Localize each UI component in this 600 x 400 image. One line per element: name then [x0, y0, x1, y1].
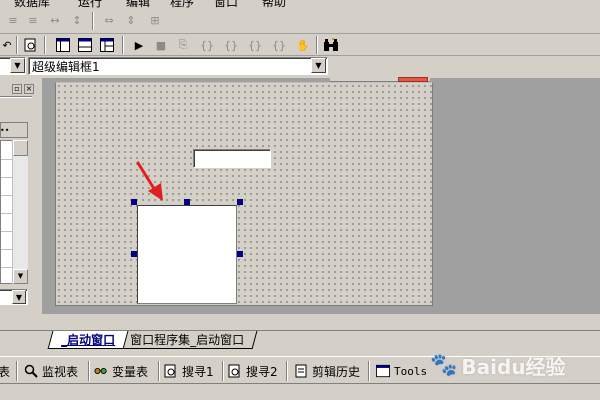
- window-icon: [376, 364, 390, 378]
- status-area: [0, 384, 600, 400]
- tab-startup-window[interactable]: _启动窗口: [47, 331, 129, 349]
- clipboard-history-tab-label: 剪辑历史: [312, 364, 361, 379]
- scrollbar-thumb[interactable]: [13, 140, 28, 156]
- space-vertical-icon[interactable]: ↕: [68, 11, 86, 29]
- clipboard-history-tab[interactable]: 剪辑历史: [294, 361, 360, 381]
- menu-program[interactable]: 程序: [170, 0, 194, 8]
- component-selector[interactable]: 超级编辑框1: [28, 57, 328, 75]
- ellipsis-icon[interactable]: ••: [0, 126, 10, 135]
- layout2-icon[interactable]: [76, 36, 94, 54]
- run-icon[interactable]: ▶: [130, 36, 148, 54]
- clipboard-icon: [294, 364, 308, 378]
- watch-tab-label: 监视表: [42, 364, 79, 379]
- watermark-text: Baidu经验: [461, 354, 566, 379]
- menu-window[interactable]: 窗口: [214, 0, 238, 8]
- run-to-cursor-icon[interactable]: {}: [246, 36, 264, 54]
- separator: [222, 361, 224, 381]
- menu-help[interactable]: 帮助: [262, 0, 286, 8]
- chevron-down-icon[interactable]: ▼: [12, 290, 26, 304]
- component-selector-value: 超级编辑框1: [32, 59, 100, 74]
- tools-tab[interactable]: Tools: [376, 361, 427, 381]
- table-tab[interactable]: 表: [0, 361, 10, 381]
- run-to-icon[interactable]: {}: [270, 36, 288, 54]
- search1-tab[interactable]: 搜寻1: [164, 361, 214, 381]
- search2-tab[interactable]: 搜寻2: [228, 361, 278, 381]
- menu-bar: 数据库 运行 编辑 程序 窗口 帮助: [0, 0, 600, 8]
- layout1-icon[interactable]: [54, 36, 72, 54]
- same-size-icon[interactable]: ⊞: [146, 11, 164, 29]
- separator: [158, 361, 160, 381]
- hand-icon[interactable]: ✋: [294, 36, 312, 54]
- resize-handle[interactable]: [237, 251, 243, 257]
- step-icon[interactable]: ⎘: [174, 36, 192, 54]
- tab-label: _启动窗口: [61, 333, 116, 347]
- watch-tab[interactable]: 监视表: [24, 361, 78, 381]
- baidu-watermark: 🐾 Baidu经验: [430, 345, 595, 385]
- align-middle-icon[interactable]: ≡: [24, 11, 42, 29]
- same-width-icon[interactable]: ⇔: [100, 11, 118, 29]
- find-icon[interactable]: [22, 36, 40, 54]
- separator: [368, 361, 370, 381]
- property-panel-titlebar: ▫ ×: [0, 82, 36, 96]
- variables-tab-label: 变量表: [112, 364, 149, 379]
- tools-tab-label: Tools: [394, 364, 428, 378]
- resize-handle[interactable]: [184, 199, 190, 205]
- menu-run[interactable]: 运行: [78, 0, 102, 8]
- panel-divider: [0, 96, 32, 98]
- main-toolbar: ↶ ▶ ■ ⎘ {} {} {} {} ✋: [0, 34, 600, 56]
- space-horizontal-icon[interactable]: ↔: [46, 11, 64, 29]
- same-height-icon[interactable]: ⇕: [122, 11, 140, 29]
- variables-tab[interactable]: 变量表: [94, 361, 148, 381]
- panel-footer-label: [0, 331, 10, 345]
- resize-handle[interactable]: [131, 251, 137, 257]
- tab-label: 窗口程序集_启动窗口: [130, 333, 245, 347]
- stop-icon[interactable]: ■: [152, 36, 170, 54]
- alignment-toolbar: ≡ ≡ ↔ ↕ ⇔ ⇕ ⊞: [0, 8, 600, 34]
- menu-edit[interactable]: 编辑: [126, 0, 150, 8]
- property-scrollbar[interactable]: ▼: [12, 140, 28, 284]
- toolbar-separator: [16, 36, 18, 54]
- paw-icon: 🐾: [430, 352, 458, 378]
- restore-icon[interactable]: ▫: [12, 84, 22, 94]
- text-edit-box[interactable]: [193, 149, 271, 168]
- toolbar-separator: [316, 36, 318, 54]
- search1-tab-label: 搜寻1: [182, 364, 214, 379]
- search2-tab-label: 搜寻2: [246, 364, 278, 379]
- layout3-icon[interactable]: [98, 36, 116, 54]
- chevron-down-icon[interactable]: ▼: [311, 58, 326, 73]
- annotation-arrow: [136, 161, 163, 201]
- search-doc-icon: [164, 364, 178, 378]
- step-into-icon[interactable]: {}: [198, 36, 216, 54]
- binoculars-icon[interactable]: [322, 36, 340, 54]
- super-edit-box[interactable]: [137, 205, 237, 304]
- tab-program-set[interactable]: 窗口程序集_启动窗口: [117, 331, 258, 349]
- close-icon[interactable]: ×: [24, 84, 34, 94]
- table-tab-label: 表: [0, 364, 11, 379]
- undo-icon[interactable]: ↶: [0, 36, 16, 54]
- resize-handle[interactable]: [237, 199, 243, 205]
- toolbar-separator: [92, 12, 94, 30]
- align-top-icon[interactable]: ≡: [4, 11, 22, 29]
- combo-row: ▼ 超级编辑框1 ▼: [0, 56, 600, 78]
- search-icon: [24, 364, 38, 378]
- search-doc-icon: [228, 364, 242, 378]
- variables-icon: [94, 364, 108, 378]
- separator: [16, 361, 18, 381]
- toolbar-separator: [44, 36, 46, 54]
- form-canvas[interactable]: [55, 82, 433, 306]
- scroll-down-icon[interactable]: ▼: [13, 269, 28, 284]
- chevron-down-icon[interactable]: ▼: [10, 58, 25, 73]
- menu-database[interactable]: 数据库: [14, 0, 50, 8]
- step-out-icon[interactable]: {}: [222, 36, 240, 54]
- separator: [88, 361, 90, 381]
- toolbar-separator: [122, 36, 124, 54]
- separator: [286, 361, 288, 381]
